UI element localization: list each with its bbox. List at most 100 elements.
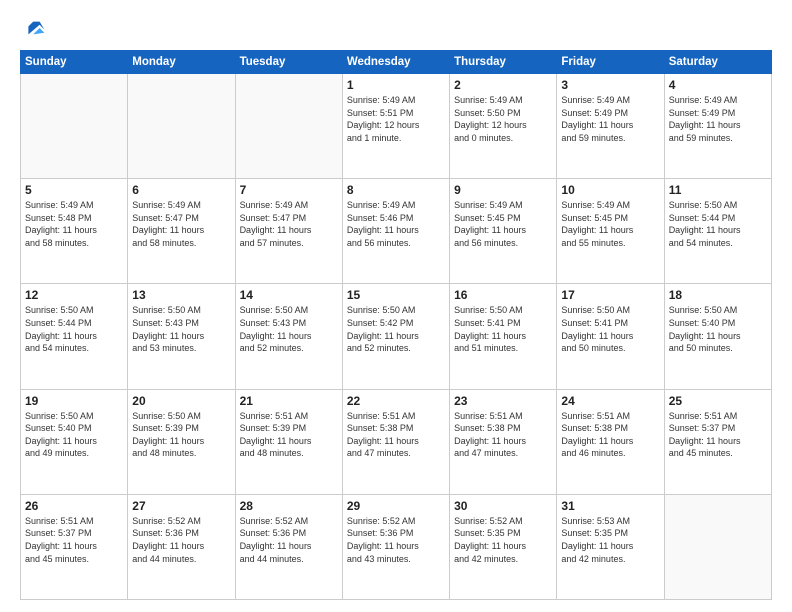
calendar-cell: 8 Sunrise: 5:49 AM Sunset: 5:46 PM Daylig… (342, 179, 449, 284)
day-number: 12 (25, 288, 123, 302)
calendar-cell: 6Sunrise: 5:49 AM Sunset: 5:47 PM Daylig… (128, 179, 235, 284)
day-info: Sunrise: 5:50 AM Sunset: 5:43 PM Dayligh… (240, 304, 338, 354)
day-number: 4 (669, 78, 767, 92)
day-info: Sunrise: 5:51 AM Sunset: 5:38 PM Dayligh… (347, 410, 445, 460)
day-number: 24 (561, 394, 659, 408)
weekday-header-tuesday: Tuesday (235, 51, 342, 74)
day-info: Sunrise: 5:49 AM Sunset: 5:46 PM Dayligh… (347, 199, 445, 249)
day-number: 21 (240, 394, 338, 408)
calendar-cell: 27Sunrise: 5:52 AM Sunset: 5:36 PM Dayli… (128, 494, 235, 599)
day-info: Sunrise: 5:50 AM Sunset: 5:41 PM Dayligh… (454, 304, 552, 354)
calendar-cell (21, 74, 128, 179)
day-info: Sunrise: 5:49 AM Sunset: 5:50 PM Dayligh… (454, 94, 552, 144)
calendar-cell (128, 74, 235, 179)
calendar-week-2: 5Sunrise: 5:49 AM Sunset: 5:48 PM Daylig… (21, 179, 772, 284)
calendar-cell: 14Sunrise: 5:50 AM Sunset: 5:43 PM Dayli… (235, 284, 342, 389)
calendar-cell: 17Sunrise: 5:50 AM Sunset: 5:41 PM Dayli… (557, 284, 664, 389)
calendar-cell: 25 Sunrise: 5:51 AM Sunset: 5:37 PM Dayli… (664, 389, 771, 494)
calendar-cell: 1 Sunrise: 5:49 AM Sunset: 5:51 PM Daylig… (342, 74, 449, 179)
weekday-header-thursday: Thursday (450, 51, 557, 74)
day-info: Sunrise: 5:50 AM Sunset: 5:44 PM Dayligh… (669, 199, 767, 249)
day-number: 1 (347, 78, 445, 92)
calendar-cell: 28 Sunrise: 5:52 AM Sunset: 5:36 PM Dayli… (235, 494, 342, 599)
calendar-cell: 24 Sunrise: 5:51 AM Sunset: 5:38 PM Dayli… (557, 389, 664, 494)
day-info: Sunrise: 5:51 AM Sunset: 5:39 PM Dayligh… (240, 410, 338, 460)
logo (20, 16, 46, 40)
calendar-week-5: 26 Sunrise: 5:51 AM Sunset: 5:37 PM Dayli… (21, 494, 772, 599)
calendar-cell: 4 Sunrise: 5:49 AM Sunset: 5:49 PM Daylig… (664, 74, 771, 179)
day-number: 9 (454, 183, 552, 197)
weekday-header-sunday: Sunday (21, 51, 128, 74)
day-number: 8 (347, 183, 445, 197)
calendar-cell: 18 Sunrise: 5:50 AM Sunset: 5:40 PM Dayli… (664, 284, 771, 389)
day-info: Sunrise: 5:49 AM Sunset: 5:51 PM Dayligh… (347, 94, 445, 144)
day-info: Sunrise: 5:50 AM Sunset: 5:40 PM Dayligh… (669, 304, 767, 354)
day-number: 29 (347, 499, 445, 513)
day-number: 25 (669, 394, 767, 408)
day-info: Sunrise: 5:52 AM Sunset: 5:35 PM Dayligh… (454, 515, 552, 565)
day-info: Sunrise: 5:50 AM Sunset: 5:44 PM Dayligh… (25, 304, 123, 354)
calendar-cell: 2 Sunrise: 5:49 AM Sunset: 5:50 PM Daylig… (450, 74, 557, 179)
day-number: 6 (132, 183, 230, 197)
page: SundayMondayTuesdayWednesdayThursdayFrid… (0, 0, 792, 612)
day-number: 16 (454, 288, 552, 302)
calendar-week-4: 19Sunrise: 5:50 AM Sunset: 5:40 PM Dayli… (21, 389, 772, 494)
calendar-cell: 31 Sunrise: 5:53 AM Sunset: 5:35 PM Dayli… (557, 494, 664, 599)
calendar-cell: 30 Sunrise: 5:52 AM Sunset: 5:35 PM Dayli… (450, 494, 557, 599)
calendar-cell: 11 Sunrise: 5:50 AM Sunset: 5:44 PM Dayli… (664, 179, 771, 284)
calendar-cell: 19Sunrise: 5:50 AM Sunset: 5:40 PM Dayli… (21, 389, 128, 494)
calendar-cell: 23Sunrise: 5:51 AM Sunset: 5:38 PM Dayli… (450, 389, 557, 494)
day-number: 5 (25, 183, 123, 197)
calendar-cell: 5Sunrise: 5:49 AM Sunset: 5:48 PM Daylig… (21, 179, 128, 284)
calendar-week-1: 1 Sunrise: 5:49 AM Sunset: 5:51 PM Daylig… (21, 74, 772, 179)
day-number: 2 (454, 78, 552, 92)
calendar-cell: 13 Sunrise: 5:50 AM Sunset: 5:43 PM Dayli… (128, 284, 235, 389)
weekday-header-row: SundayMondayTuesdayWednesdayThursdayFrid… (21, 51, 772, 74)
day-info: Sunrise: 5:49 AM Sunset: 5:49 PM Dayligh… (669, 94, 767, 144)
calendar-cell: 16 Sunrise: 5:50 AM Sunset: 5:41 PM Dayli… (450, 284, 557, 389)
day-number: 27 (132, 499, 230, 513)
day-info: Sunrise: 5:50 AM Sunset: 5:43 PM Dayligh… (132, 304, 230, 354)
day-number: 20 (132, 394, 230, 408)
calendar-cell: 3Sunrise: 5:49 AM Sunset: 5:49 PM Daylig… (557, 74, 664, 179)
weekday-header-friday: Friday (557, 51, 664, 74)
day-info: Sunrise: 5:51 AM Sunset: 5:37 PM Dayligh… (25, 515, 123, 565)
calendar-cell: 7 Sunrise: 5:49 AM Sunset: 5:47 PM Daylig… (235, 179, 342, 284)
header (20, 16, 772, 40)
day-number: 7 (240, 183, 338, 197)
day-number: 3 (561, 78, 659, 92)
day-info: Sunrise: 5:49 AM Sunset: 5:45 PM Dayligh… (561, 199, 659, 249)
day-info: Sunrise: 5:51 AM Sunset: 5:37 PM Dayligh… (669, 410, 767, 460)
day-info: Sunrise: 5:50 AM Sunset: 5:39 PM Dayligh… (132, 410, 230, 460)
day-info: Sunrise: 5:50 AM Sunset: 5:42 PM Dayligh… (347, 304, 445, 354)
day-number: 23 (454, 394, 552, 408)
day-number: 18 (669, 288, 767, 302)
day-number: 13 (132, 288, 230, 302)
calendar-cell: 29 Sunrise: 5:52 AM Sunset: 5:36 PM Dayli… (342, 494, 449, 599)
logo-icon (22, 16, 46, 40)
day-number: 30 (454, 499, 552, 513)
day-number: 26 (25, 499, 123, 513)
day-info: Sunrise: 5:52 AM Sunset: 5:36 PM Dayligh… (240, 515, 338, 565)
calendar-cell (235, 74, 342, 179)
calendar-cell: 20 Sunrise: 5:50 AM Sunset: 5:39 PM Dayli… (128, 389, 235, 494)
day-info: Sunrise: 5:51 AM Sunset: 5:38 PM Dayligh… (561, 410, 659, 460)
calendar-cell: 15 Sunrise: 5:50 AM Sunset: 5:42 PM Dayli… (342, 284, 449, 389)
day-info: Sunrise: 5:53 AM Sunset: 5:35 PM Dayligh… (561, 515, 659, 565)
day-info: Sunrise: 5:49 AM Sunset: 5:45 PM Dayligh… (454, 199, 552, 249)
day-info: Sunrise: 5:49 AM Sunset: 5:47 PM Dayligh… (240, 199, 338, 249)
day-number: 10 (561, 183, 659, 197)
day-number: 22 (347, 394, 445, 408)
day-number: 17 (561, 288, 659, 302)
calendar-cell: 9 Sunrise: 5:49 AM Sunset: 5:45 PM Daylig… (450, 179, 557, 284)
weekday-header-wednesday: Wednesday (342, 51, 449, 74)
day-number: 31 (561, 499, 659, 513)
day-number: 15 (347, 288, 445, 302)
calendar-cell: 21 Sunrise: 5:51 AM Sunset: 5:39 PM Dayli… (235, 389, 342, 494)
calendar-week-3: 12 Sunrise: 5:50 AM Sunset: 5:44 PM Dayli… (21, 284, 772, 389)
calendar-cell: 22 Sunrise: 5:51 AM Sunset: 5:38 PM Dayli… (342, 389, 449, 494)
day-number: 28 (240, 499, 338, 513)
weekday-header-monday: Monday (128, 51, 235, 74)
day-number: 11 (669, 183, 767, 197)
day-info: Sunrise: 5:52 AM Sunset: 5:36 PM Dayligh… (347, 515, 445, 565)
